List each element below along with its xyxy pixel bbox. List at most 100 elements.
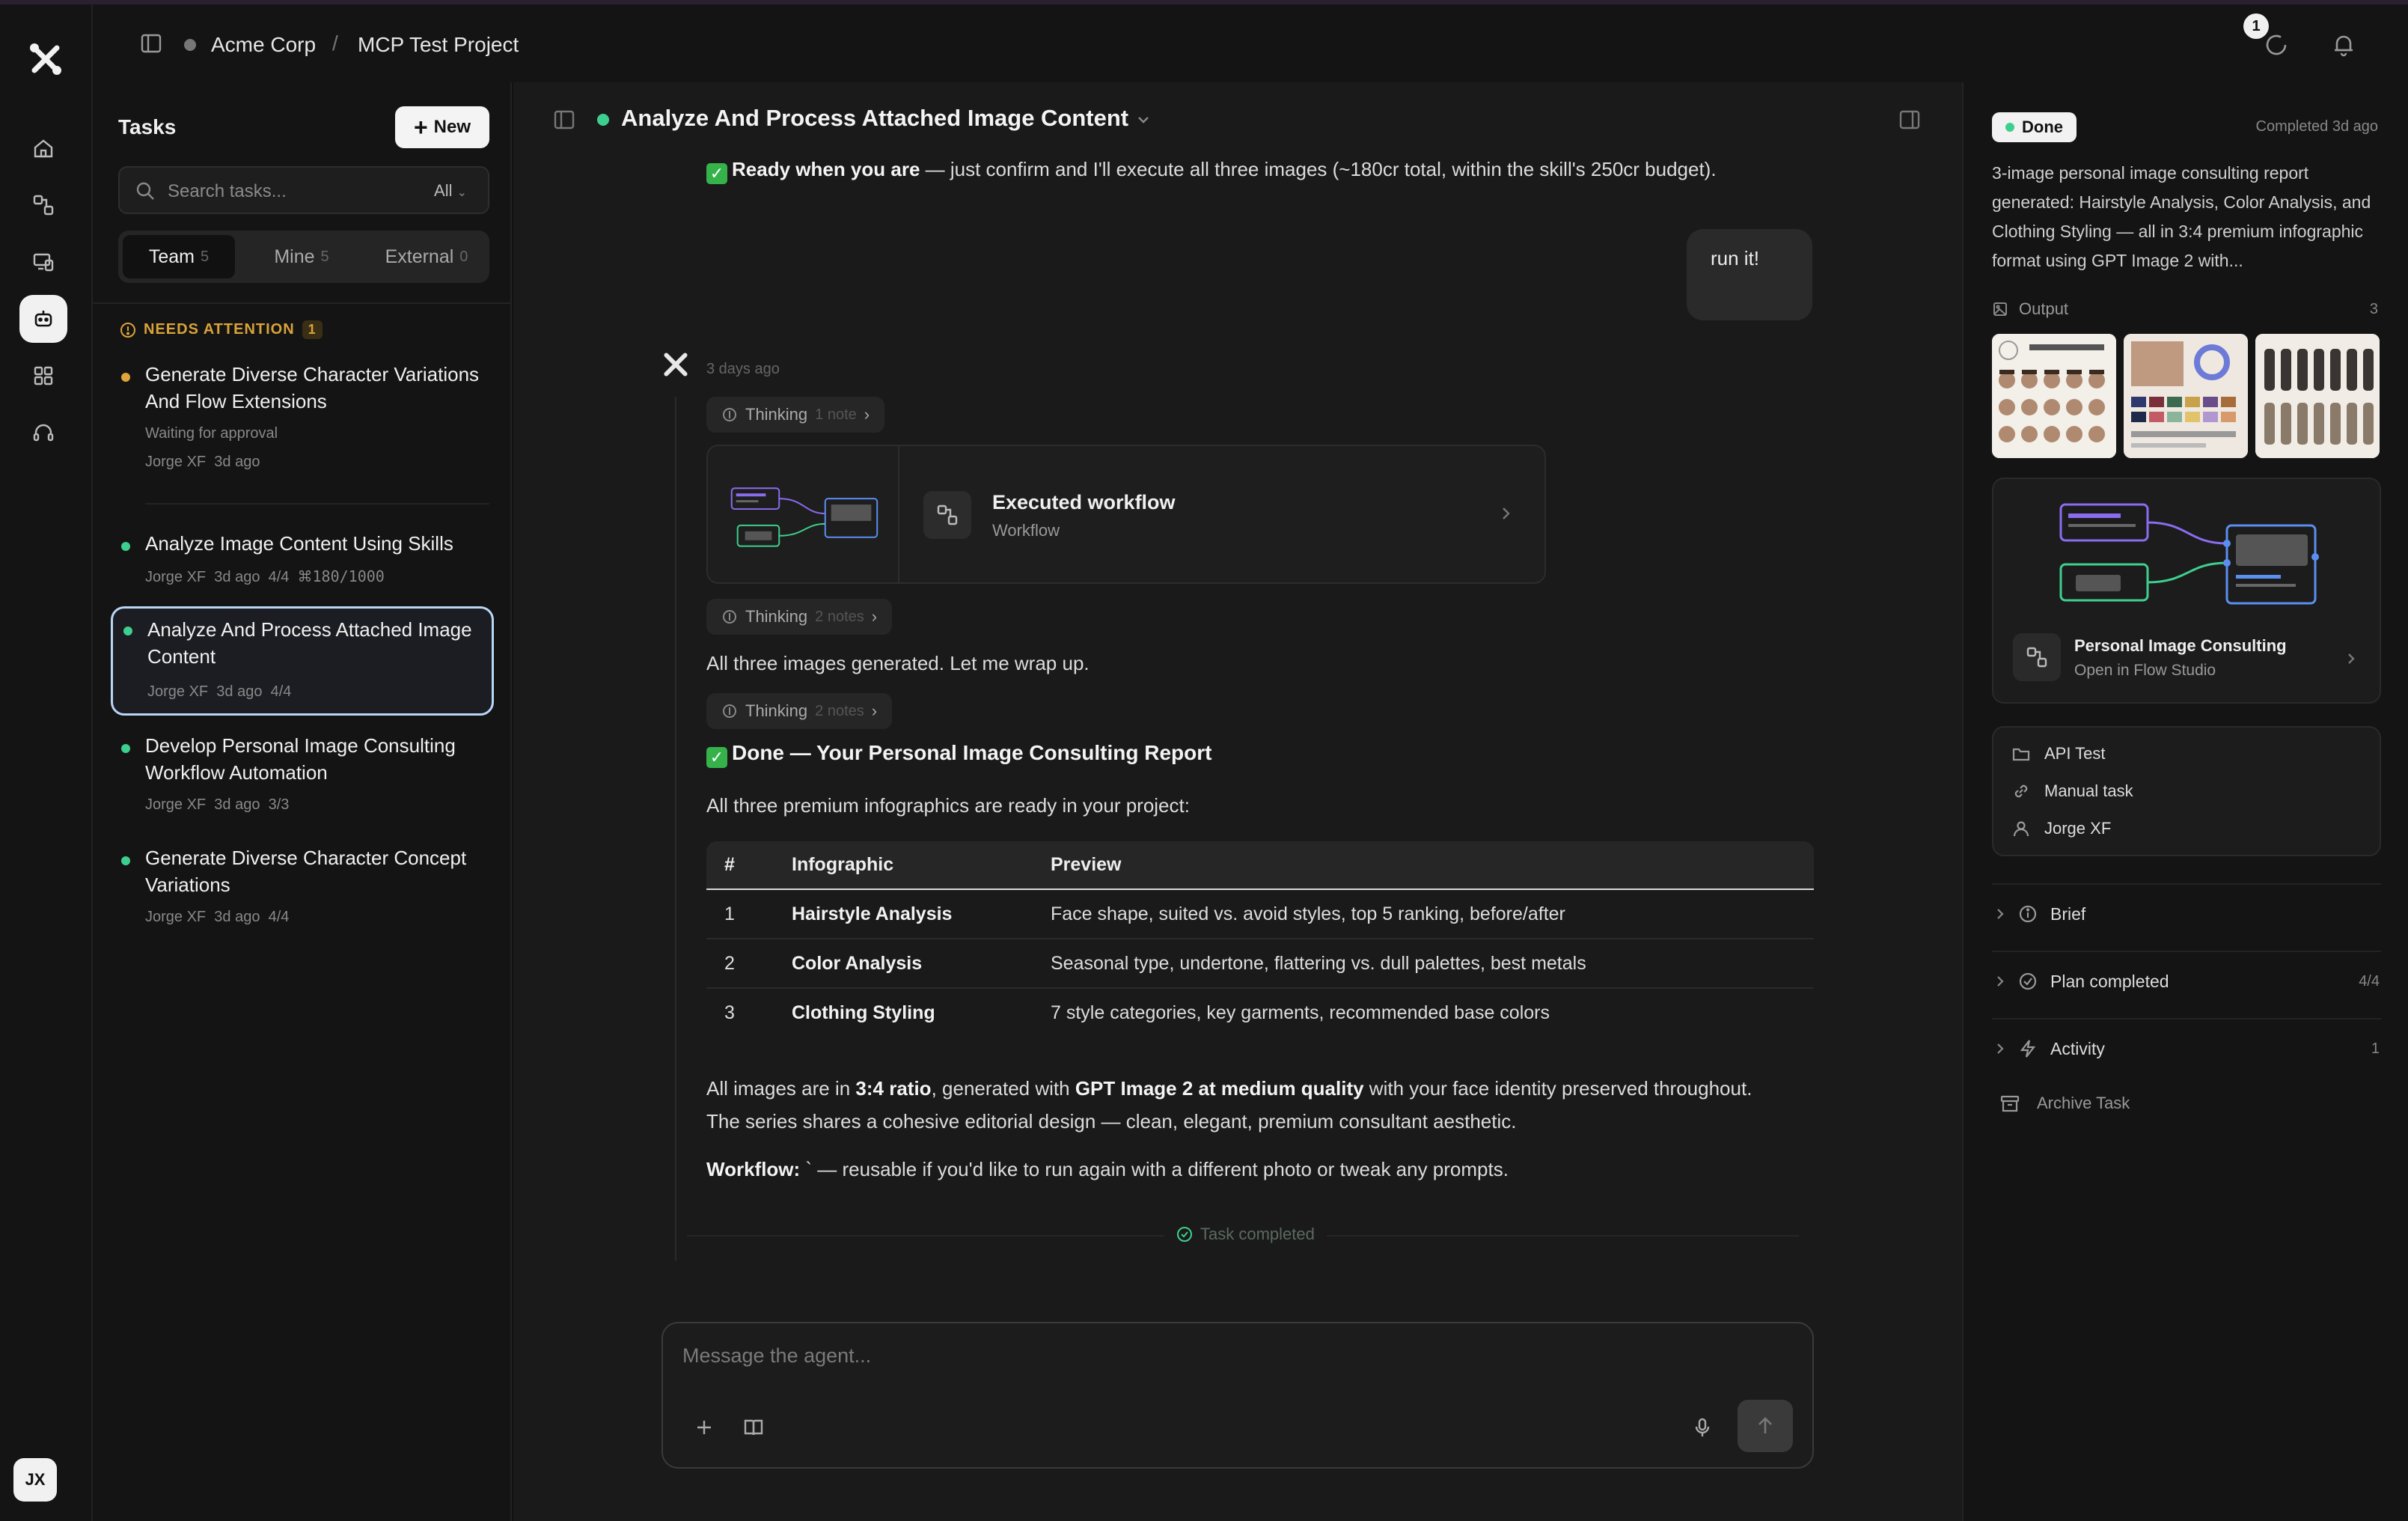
app-root: JX Acme Corp / MCP Test Project 1 Tasks … bbox=[0, 0, 2408, 1521]
tasks-panel: Tasks + New Search tasks... All ⌄ Team 5 … bbox=[93, 82, 512, 1521]
home-icon[interactable] bbox=[19, 124, 67, 172]
plus-icon[interactable] bbox=[693, 1416, 715, 1439]
summary-text: , generated with bbox=[931, 1077, 1075, 1100]
tasks-divider bbox=[93, 302, 512, 304]
task-progress: 4/4 bbox=[268, 909, 290, 925]
task-completed-label: Task completed bbox=[1200, 1225, 1315, 1243]
support-headset-icon[interactable] bbox=[19, 409, 67, 457]
chevron-right-icon: › bbox=[871, 701, 878, 720]
task-time: 3d ago bbox=[214, 909, 260, 925]
activity-spinner-icon[interactable] bbox=[2263, 31, 2290, 58]
thinking-toggle[interactable]: Thinking 2 notes › bbox=[706, 599, 893, 635]
toggle-sidebar-icon[interactable] bbox=[139, 31, 163, 55]
status-dot bbox=[121, 373, 130, 382]
table-row: 2 Color Analysis Seasonal type, underton… bbox=[706, 938, 1814, 989]
needs-attention-count: 1 bbox=[302, 320, 323, 339]
task-time: 3d ago bbox=[214, 569, 260, 585]
tab-external[interactable]: External 0 bbox=[368, 235, 485, 278]
ready-rest: — just confirm and I'll execute all thre… bbox=[920, 158, 1717, 180]
user-icon bbox=[2013, 821, 2029, 837]
user-message-bubble: run it! bbox=[1687, 229, 1812, 320]
task-item-selected[interactable]: Analyze And Process Attached Image Conte… bbox=[111, 606, 494, 716]
flow-studio-card[interactable]: Personal Image Consulting Open in Flow S… bbox=[1992, 478, 2381, 704]
thinking-toggle[interactable]: Thinking 1 note › bbox=[706, 397, 885, 433]
archive-task-button[interactable]: Archive Task bbox=[1999, 1093, 2130, 1114]
toggle-task-list-icon[interactable] bbox=[552, 108, 576, 132]
new-task-label: New bbox=[433, 117, 471, 137]
thinking-icon bbox=[723, 408, 736, 421]
workflow-icon[interactable] bbox=[19, 181, 67, 229]
activity-label: Activity bbox=[2050, 1039, 2105, 1058]
agent-bot-icon[interactable] bbox=[19, 295, 67, 343]
thinking-toggle[interactable]: Thinking 2 notes › bbox=[706, 693, 893, 729]
summary-text: All images are in bbox=[706, 1077, 856, 1100]
task-item[interactable]: Analyze Image Content Using Skills Jorge… bbox=[111, 530, 494, 590]
thinking-label: Thinking bbox=[745, 607, 808, 626]
chevron-right-icon bbox=[1997, 976, 2004, 987]
flow-title: Personal Image Consulting bbox=[2074, 636, 2287, 655]
task-credits: 180/1000 bbox=[312, 567, 385, 585]
summary-paragraph: All images are in 3:4 ratio, generated w… bbox=[706, 1072, 1829, 1138]
meta-project-row[interactable]: API Test bbox=[2011, 744, 2106, 763]
tab-mine-count: 5 bbox=[320, 248, 329, 265]
executed-workflow-card[interactable]: Executed workflow Workflow bbox=[706, 445, 1546, 584]
infographics-table: # Infographic Preview 1 Hairstyle Analys… bbox=[706, 841, 1814, 1037]
task-progress: 3/3 bbox=[268, 796, 290, 813]
task-progress: 4/4 bbox=[268, 569, 290, 585]
output-header: Output bbox=[1992, 299, 2068, 319]
send-button[interactable] bbox=[1738, 1400, 1793, 1452]
archive-label: Archive Task bbox=[2037, 1094, 2130, 1112]
org-dot bbox=[184, 39, 196, 51]
chevron-down-icon[interactable] bbox=[1134, 111, 1152, 129]
search-filter-dropdown[interactable]: All ⌄ bbox=[434, 181, 467, 201]
folder-icon bbox=[2012, 748, 2030, 761]
check-circle-icon bbox=[1177, 1227, 1192, 1242]
workflow-note-text: ` — reusable if you'd like to run again … bbox=[800, 1158, 1509, 1180]
brand-logo-icon[interactable] bbox=[27, 40, 64, 78]
tab-mine[interactable]: Mine 5 bbox=[245, 235, 358, 278]
microphone-icon[interactable] bbox=[1691, 1416, 1714, 1439]
new-task-button[interactable]: + New bbox=[395, 106, 489, 148]
ready-message: ✓ Ready when you are — just confirm and I… bbox=[706, 153, 1717, 186]
done-heading-text: Done — Your Personal Image Consulting Re… bbox=[732, 741, 1212, 764]
top-bar: Acme Corp / MCP Test Project 1 bbox=[93, 4, 2408, 82]
output-thumbnail-hairstyle[interactable] bbox=[1992, 334, 2116, 458]
summary-text: with your face identity preserved throug… bbox=[1363, 1077, 1752, 1100]
task-title: Generate Diverse Character Variations An… bbox=[145, 363, 480, 412]
user-avatar[interactable]: JX bbox=[13, 1458, 57, 1502]
status-label: Done bbox=[2022, 118, 2063, 136]
breadcrumb-org[interactable]: Acme Corp bbox=[211, 33, 316, 57]
meta-project: API Test bbox=[2044, 744, 2106, 763]
agent-avatar-icon bbox=[664, 353, 688, 377]
chat-title[interactable]: Analyze And Process Attached Image Conte… bbox=[621, 105, 1128, 132]
left-rail: JX bbox=[0, 4, 93, 1521]
output-thumbnail-color[interactable] bbox=[2124, 334, 2248, 458]
task-separator bbox=[145, 503, 489, 505]
toggle-details-panel-icon[interactable] bbox=[1898, 108, 1922, 132]
ready-bold: Ready when you are bbox=[732, 158, 920, 180]
task-search-input[interactable]: Search tasks... All ⌄ bbox=[118, 166, 489, 214]
task-title: Generate Diverse Character Concept Varia… bbox=[145, 847, 467, 896]
tab-team[interactable]: Team 5 bbox=[123, 235, 235, 278]
devices-icon[interactable] bbox=[19, 238, 67, 286]
book-icon[interactable] bbox=[742, 1416, 765, 1439]
task-completed-marker: Task completed bbox=[1164, 1225, 1327, 1244]
activity-section-toggle[interactable]: Activity 1 bbox=[1992, 1018, 2381, 1078]
breadcrumb-project[interactable]: MCP Test Project bbox=[358, 33, 519, 57]
alert-circle-icon bbox=[120, 322, 135, 338]
bell-icon[interactable] bbox=[2330, 31, 2357, 58]
plan-section-toggle[interactable]: Plan completed 4/4 bbox=[1992, 951, 2381, 1011]
message-composer[interactable]: Message the agent... bbox=[661, 1322, 1814, 1469]
task-item[interactable]: Generate Diverse Character Variations An… bbox=[111, 361, 494, 473]
meta-trigger-row: Manual task bbox=[2011, 781, 2133, 801]
task-author: Jorge XF bbox=[147, 683, 209, 700]
info-circle-icon bbox=[2019, 905, 2037, 923]
task-item[interactable]: Generate Diverse Character Concept Varia… bbox=[111, 844, 494, 934]
task-author: Jorge XF bbox=[145, 569, 207, 585]
apps-grid-icon[interactable] bbox=[19, 352, 67, 400]
brief-section-toggle[interactable]: Brief bbox=[1992, 883, 2381, 943]
output-thumbnail-clothing[interactable] bbox=[2255, 334, 2380, 458]
task-item[interactable]: Develop Personal Image Consulting Workfl… bbox=[111, 732, 494, 822]
thinking-icon bbox=[723, 610, 736, 624]
task-author: Jorge XF bbox=[145, 909, 207, 925]
